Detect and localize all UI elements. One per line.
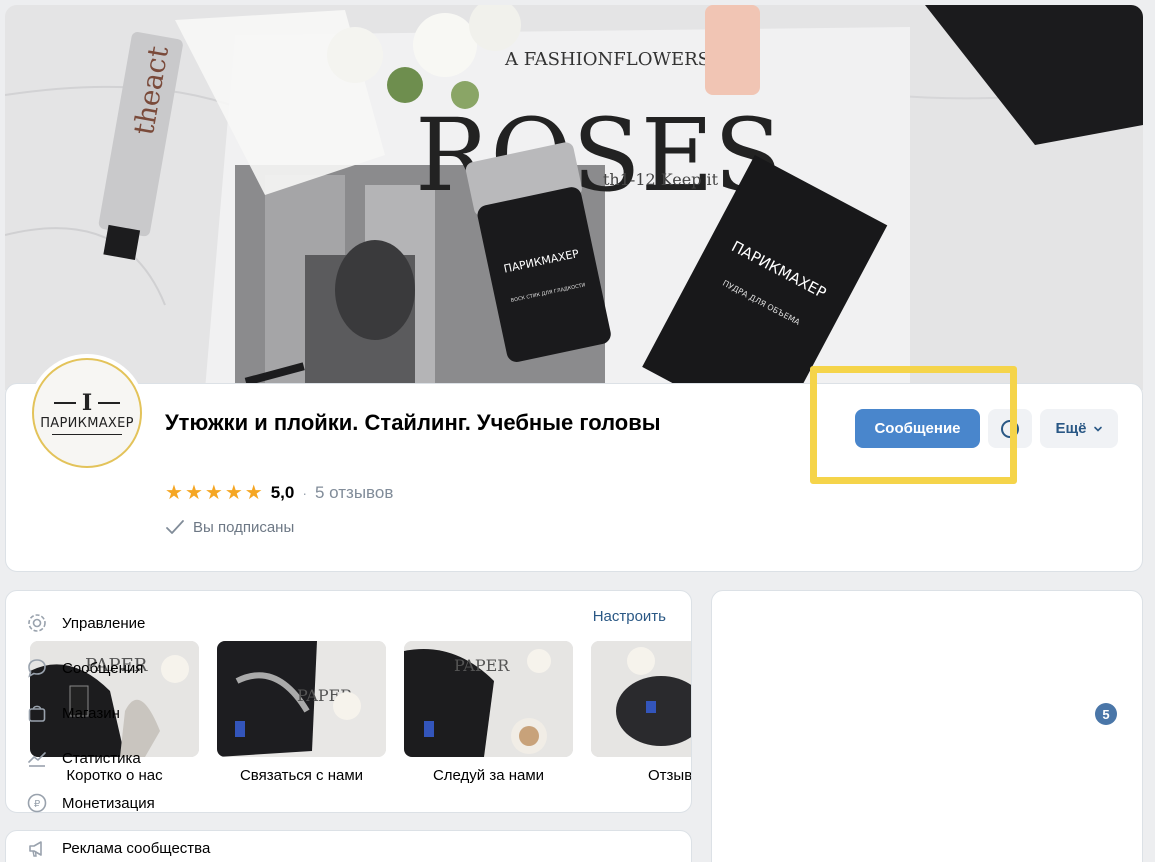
menu-item-monetization[interactable]: ₽ Монетизация — [26, 789, 155, 817]
menu-item-community-ads[interactable]: Реклама сообщества — [26, 834, 210, 862]
group-title: Утюжки и плойки. Стайлинг. Учебные голов… — [165, 410, 661, 435]
group-cover: ROSES A FASHIONFLOWERS th1-12 Keep it th… — [5, 5, 1143, 390]
tile-label: Связаться с нами — [239, 767, 364, 784]
subscribed-label: Вы подписаны — [193, 518, 295, 536]
menu-item-label: Управление — [62, 614, 146, 632]
subscription-status[interactable]: Вы подписаны — [165, 517, 294, 537]
tile-label: Отзывы — [648, 767, 692, 784]
magazine-line: A FASHIONFLOWERS — [504, 49, 710, 70]
star-icon: ★ — [204, 482, 223, 504]
menu-item-label: Статистика — [62, 749, 141, 767]
tile-image: PAPER — [217, 641, 386, 757]
gear-icon — [26, 612, 48, 634]
avatar-letter: I — [81, 389, 93, 416]
separator-dot: · — [302, 485, 307, 501]
chevron-down-icon — [1093, 426, 1102, 432]
avatar-brand: ПАРИКМАХЕР — [40, 415, 134, 431]
widget-tile[interactable]: PAPER Связаться с нами — [217, 641, 386, 784]
svg-text:PAPER: PAPER — [454, 656, 510, 675]
reviews-link[interactable]: 5 отзывов — [315, 483, 393, 503]
menu-item-management[interactable]: Управление — [26, 609, 145, 637]
menu-item-label: Монетизация — [62, 794, 155, 812]
menu-item-label: Магазин — [62, 704, 120, 722]
checkmark-icon — [166, 520, 184, 534]
star-icon: ★ — [184, 482, 203, 504]
menu-item-label: Сообщения — [62, 659, 144, 677]
highlight-frame — [810, 366, 1017, 484]
ruble-icon: ₽ — [26, 792, 48, 814]
more-button[interactable]: Ещё — [1040, 409, 1118, 448]
widget-tile[interactable]: PAPER Следуй за нами — [404, 641, 573, 784]
configure-link[interactable]: Настроить — [593, 608, 666, 625]
more-label: Ещё — [1055, 420, 1087, 437]
group-avatar[interactable]: I ПАРИКМАХЕР — [28, 354, 146, 472]
magazine-sub: th1-12 Keep it — [603, 170, 719, 189]
megaphone-icon — [26, 837, 48, 859]
menu-item-label: Реклама сообщества — [62, 839, 211, 857]
admin-menu-card — [711, 590, 1143, 862]
tile-label: Следуй за нами — [432, 767, 545, 784]
rating-value: 5,0 — [270, 483, 295, 502]
menu-item-messages[interactable]: Сообщения — [26, 654, 143, 682]
star-icon: ★ — [165, 482, 183, 504]
menu-item-shop[interactable]: Магазин — [26, 699, 120, 727]
magazine-title: ROSES — [415, 97, 782, 214]
svg-text:₽: ₽ — [34, 799, 41, 810]
stats-icon — [26, 747, 48, 769]
tile-image: PAPER — [404, 641, 573, 757]
star-icon: ★ — [244, 482, 263, 504]
group-rating[interactable]: ★ ★ ★ ★ ★ 5,0 · 5 отзывов — [165, 481, 393, 505]
message-icon — [26, 657, 48, 679]
menu-item-statistics[interactable]: Статистика — [26, 744, 141, 772]
shop-bag-icon — [26, 702, 48, 724]
tile-image — [591, 641, 691, 757]
widget-tile[interactable]: Отзывы — [591, 641, 692, 784]
avatar-logo: I ПАРИКМАХЕР — [32, 358, 142, 468]
shop-count-badge: 5 — [1095, 703, 1117, 725]
star-icon: ★ — [224, 482, 243, 504]
